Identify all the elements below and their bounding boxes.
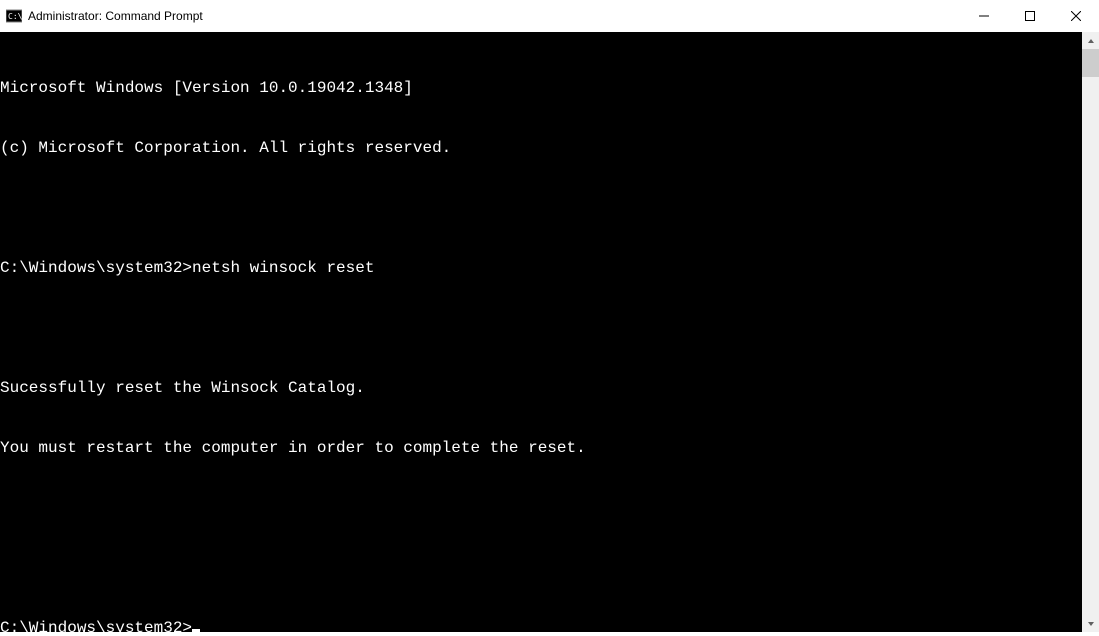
close-button[interactable] <box>1053 0 1099 32</box>
content-area: Microsoft Windows [Version 10.0.19042.13… <box>0 32 1099 632</box>
titlebar-left: C:\ Administrator: Command Prompt <box>6 8 203 24</box>
window-controls <box>961 0 1099 32</box>
maximize-button[interactable] <box>1007 0 1053 32</box>
svg-text:C:\: C:\ <box>8 12 22 21</box>
cmd-icon: C:\ <box>6 8 22 24</box>
command-1: netsh winsock reset <box>192 259 374 277</box>
prompt-1: C:\Windows\system32> <box>0 259 192 277</box>
scroll-down-button[interactable] <box>1082 615 1099 632</box>
prompt-2: C:\Windows\system32> <box>0 619 192 632</box>
scroll-up-button[interactable] <box>1082 32 1099 49</box>
output-1: Sucessfully reset the Winsock Catalog. <box>0 379 365 397</box>
version-line: Microsoft Windows [Version 10.0.19042.13… <box>0 79 413 97</box>
minimize-button[interactable] <box>961 0 1007 32</box>
scroll-track[interactable] <box>1082 49 1099 615</box>
titlebar: C:\ Administrator: Command Prompt <box>0 0 1099 32</box>
terminal-output[interactable]: Microsoft Windows [Version 10.0.19042.13… <box>0 32 1082 632</box>
window-title: Administrator: Command Prompt <box>28 9 203 23</box>
cursor <box>192 629 200 632</box>
output-2: You must restart the computer in order t… <box>0 439 586 457</box>
bottom-edge <box>0 632 1099 636</box>
vertical-scrollbar[interactable] <box>1082 32 1099 632</box>
copyright-line: (c) Microsoft Corporation. All rights re… <box>0 139 451 157</box>
scroll-thumb[interactable] <box>1082 49 1099 77</box>
